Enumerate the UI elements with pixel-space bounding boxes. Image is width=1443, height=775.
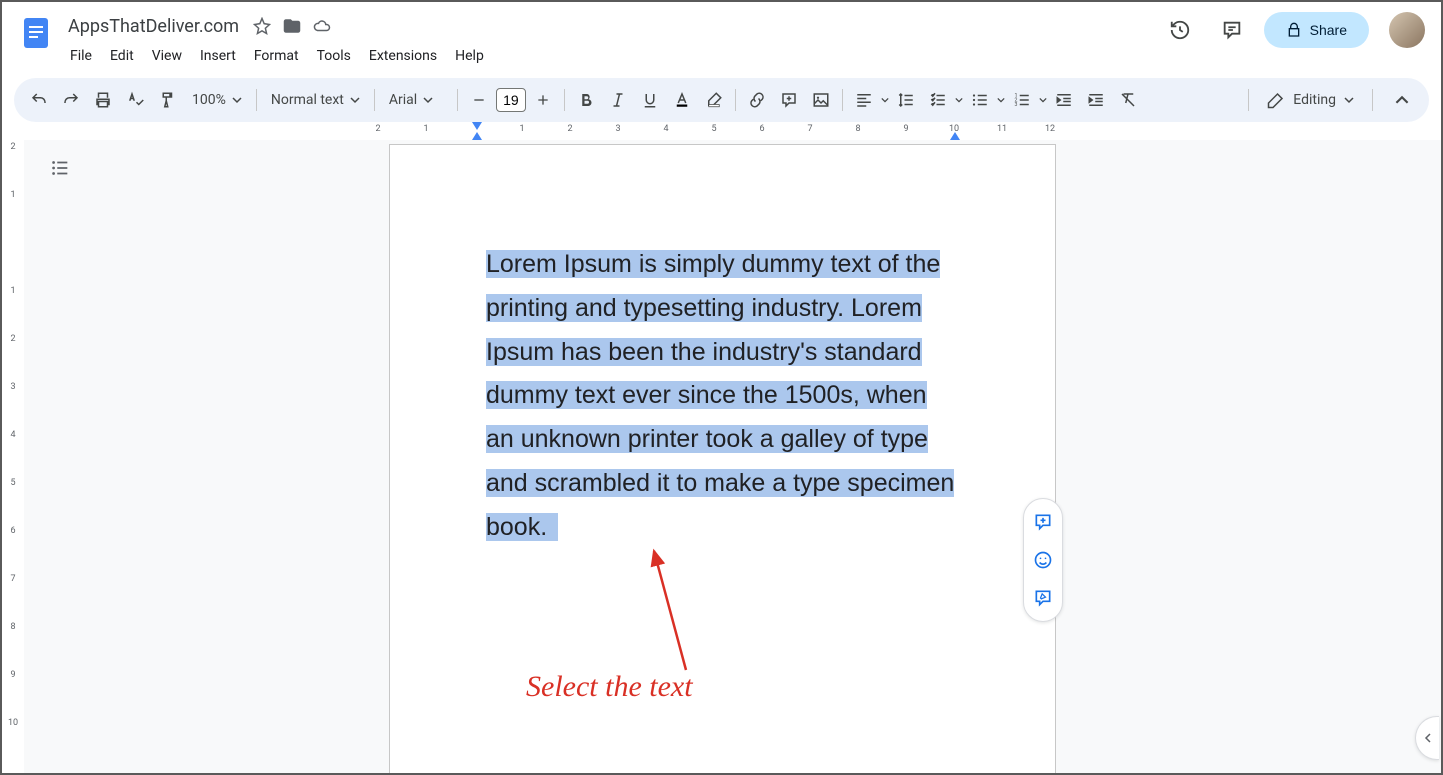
add-comment-icon[interactable] bbox=[774, 85, 804, 115]
font-size-decrease[interactable] bbox=[464, 85, 494, 115]
separator bbox=[256, 89, 257, 111]
image-icon[interactable] bbox=[806, 85, 836, 115]
menu-extensions[interactable]: Extensions bbox=[361, 44, 445, 68]
paint-format-icon[interactable] bbox=[152, 85, 182, 115]
zoom-select[interactable]: 100% bbox=[184, 88, 250, 112]
menu-format[interactable]: Format bbox=[246, 44, 307, 68]
horizontal-ruler[interactable]: 2 1 1 2 3 4 5 6 7 8 9 10 11 12 bbox=[2, 122, 1441, 140]
selection-side-widget bbox=[1023, 498, 1063, 622]
print-icon[interactable] bbox=[88, 85, 118, 115]
left-indent-marker[interactable] bbox=[472, 132, 482, 140]
add-comment-button[interactable] bbox=[1026, 505, 1060, 539]
share-label: Share bbox=[1310, 22, 1347, 38]
svg-text:3: 3 bbox=[1014, 102, 1017, 108]
cloud-icon[interactable] bbox=[313, 17, 331, 35]
avatar[interactable] bbox=[1389, 12, 1425, 48]
menu-file[interactable]: File bbox=[62, 44, 100, 68]
selected-text[interactable]: Lorem Ipsum is simply dummy text of the … bbox=[486, 250, 954, 541]
align-icon[interactable] bbox=[849, 85, 879, 115]
font-value: Arial bbox=[389, 92, 417, 108]
collapse-toolbar-icon[interactable] bbox=[1385, 83, 1419, 117]
indent-increase-icon[interactable] bbox=[1081, 85, 1111, 115]
document-text[interactable]: Lorem Ipsum is simply dummy text of the … bbox=[486, 243, 959, 549]
toolbar-wrap: 100% Normal text Arial bbox=[2, 70, 1441, 122]
italic-icon[interactable] bbox=[603, 85, 633, 115]
numbered-list-icon[interactable]: 123 bbox=[1007, 85, 1037, 115]
chevron-down-icon[interactable] bbox=[997, 96, 1005, 104]
title-area: AppsThatDeliver.com File Edit View Inser… bbox=[62, 10, 1160, 70]
text-color-icon[interactable] bbox=[667, 85, 697, 115]
font-size-control bbox=[464, 85, 558, 115]
share-button[interactable]: Share bbox=[1264, 12, 1369, 48]
menu-view[interactable]: View bbox=[144, 44, 190, 68]
menu-insert[interactable]: Insert bbox=[192, 44, 244, 68]
title-icons bbox=[253, 17, 331, 35]
clear-format-icon[interactable] bbox=[1113, 85, 1143, 115]
bulleted-list-icon[interactable] bbox=[965, 85, 995, 115]
menu-edit[interactable]: Edit bbox=[102, 44, 142, 68]
separator bbox=[564, 89, 565, 111]
document-title[interactable]: AppsThatDeliver.com bbox=[62, 14, 245, 39]
font-size-increase[interactable] bbox=[528, 85, 558, 115]
chevron-down-icon[interactable] bbox=[1039, 96, 1047, 104]
header-right: Share bbox=[1160, 10, 1425, 50]
redo-icon[interactable] bbox=[56, 85, 86, 115]
font-size-input[interactable] bbox=[496, 88, 526, 112]
document-canvas[interactable]: Lorem Ipsum is simply dummy text of the … bbox=[24, 140, 1441, 773]
chevron-down-icon[interactable] bbox=[955, 96, 963, 104]
style-value: Normal text bbox=[271, 92, 344, 108]
zoom-value: 100% bbox=[192, 92, 226, 108]
menu-help[interactable]: Help bbox=[447, 44, 492, 68]
separator bbox=[735, 89, 736, 111]
chevron-down-icon bbox=[350, 95, 360, 105]
menu-tools[interactable]: Tools bbox=[309, 44, 359, 68]
add-emoji-button[interactable] bbox=[1026, 543, 1060, 577]
separator bbox=[1248, 89, 1249, 111]
toolbar: 100% Normal text Arial bbox=[14, 78, 1429, 122]
indent-decrease-icon[interactable] bbox=[1049, 85, 1079, 115]
separator bbox=[1372, 89, 1373, 111]
highlight-color-icon[interactable] bbox=[699, 85, 729, 115]
spellcheck-icon[interactable] bbox=[120, 85, 150, 115]
chevron-down-icon[interactable] bbox=[881, 96, 889, 104]
suggest-edit-button[interactable] bbox=[1026, 581, 1060, 615]
chevron-down-icon bbox=[1344, 95, 1354, 105]
pencil-icon bbox=[1267, 91, 1285, 109]
bold-icon[interactable] bbox=[571, 85, 601, 115]
move-icon[interactable] bbox=[283, 17, 301, 35]
separator bbox=[374, 89, 375, 111]
docs-logo[interactable] bbox=[18, 14, 54, 50]
font-select[interactable]: Arial bbox=[381, 88, 451, 112]
underline-icon[interactable] bbox=[635, 85, 665, 115]
history-icon[interactable] bbox=[1160, 10, 1200, 50]
line-spacing-icon[interactable] bbox=[891, 85, 921, 115]
document-page[interactable]: Lorem Ipsum is simply dummy text of the … bbox=[389, 144, 1056, 773]
separator bbox=[842, 89, 843, 111]
undo-icon[interactable] bbox=[24, 85, 54, 115]
editing-label: Editing bbox=[1293, 92, 1336, 108]
separator bbox=[457, 89, 458, 111]
right-indent-marker[interactable] bbox=[950, 132, 960, 140]
annotation-arrow bbox=[646, 545, 696, 675]
link-icon[interactable] bbox=[742, 85, 772, 115]
vertical-ruler[interactable]: 2 1 1 2 3 4 5 6 7 8 9 10 bbox=[2, 140, 24, 773]
app-container: AppsThatDeliver.com File Edit View Inser… bbox=[0, 0, 1443, 775]
workspace: 2 1 1 2 3 4 5 6 7 8 9 10 Lorem Ipsum is … bbox=[2, 140, 1441, 773]
annotation-text: Select the text bbox=[526, 670, 693, 704]
style-select[interactable]: Normal text bbox=[263, 88, 368, 112]
menu-bar: File Edit View Insert Format Tools Exten… bbox=[62, 42, 1160, 70]
title-row: AppsThatDeliver.com bbox=[62, 10, 1160, 42]
chevron-down-icon bbox=[232, 95, 242, 105]
header: AppsThatDeliver.com File Edit View Inser… bbox=[2, 2, 1441, 70]
first-line-indent-marker[interactable] bbox=[472, 122, 482, 130]
comments-icon[interactable] bbox=[1212, 10, 1252, 50]
checklist-icon[interactable] bbox=[923, 85, 953, 115]
editing-mode-button[interactable]: Editing bbox=[1255, 85, 1366, 115]
chevron-down-icon bbox=[423, 95, 433, 105]
star-icon[interactable] bbox=[253, 17, 271, 35]
